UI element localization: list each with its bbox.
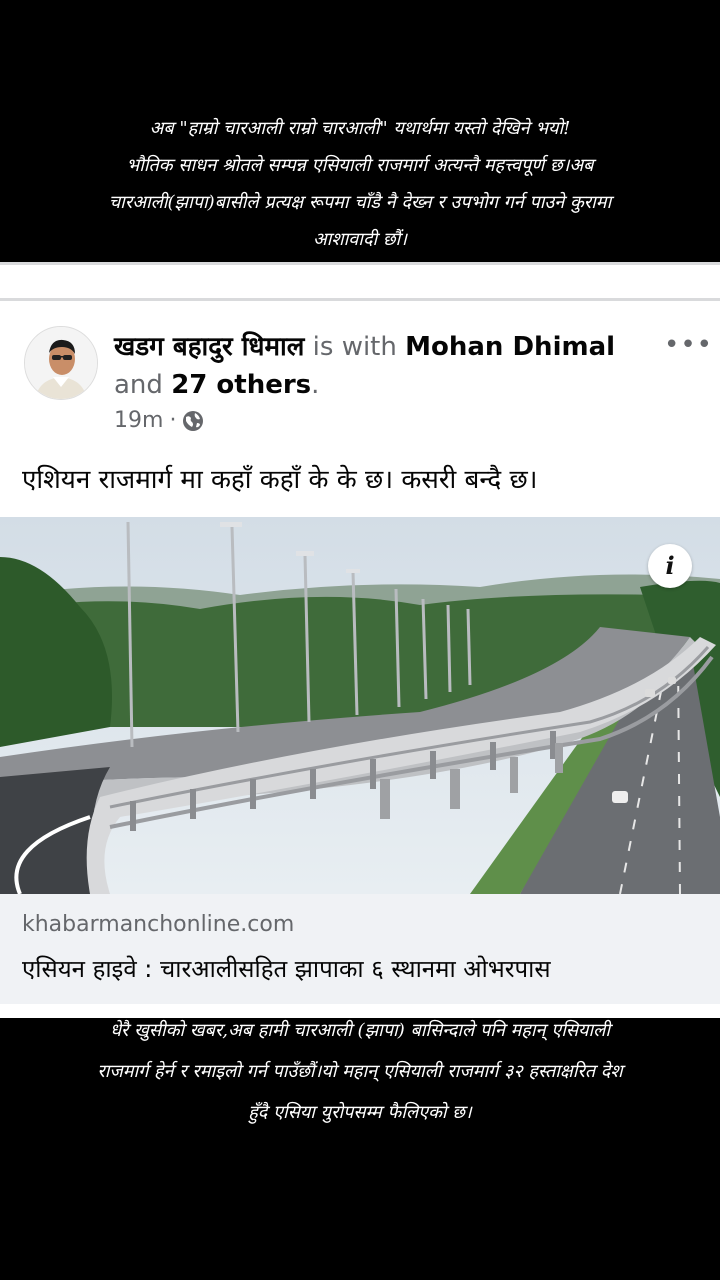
bottom-caption: धेरै खुसीको खबर,अब हामी चारआली (झापा) बा…: [0, 1010, 720, 1133]
more-options-icon[interactable]: •••: [664, 330, 713, 360]
author-name[interactable]: खडग बहादुर धिमाल: [114, 332, 304, 362]
globe-icon: [183, 410, 204, 431]
link-preview-footer[interactable]: khabarmanchonline.com एसियन हाइवे : चारआ…: [0, 894, 720, 1004]
divider: [0, 262, 720, 265]
bottom-caption-line: राजमार्ग हेर्न र रमाइलो गर्न पाउँछौं।यो …: [97, 1061, 623, 1082]
top-caption-line: चारआली(झापा)बासीले प्रत्यक्ष रूपमा चाँडै…: [108, 192, 612, 213]
top-caption-line: आशावादी छौं।: [312, 229, 407, 250]
bottom-caption-line: हुँदै एसिया युरोपसम्म फैलिएको छ।: [248, 1102, 472, 1123]
post-text: एशियन राजमार्ग मा कहाँ कहाँ के के छ। कसर…: [22, 465, 538, 495]
top-caption-line: अब "हाम्रो चारआली राम्रो चारआली" यथार्थम…: [149, 118, 571, 139]
top-caption: अब "हाम्रो चारआली राम्रो चारआली" यथार्थम…: [0, 110, 720, 258]
and-text: and: [114, 370, 163, 400]
post-time[interactable]: 19m: [114, 408, 163, 433]
link-domain: khabarmanchonline.com: [22, 912, 295, 937]
with-text: is with: [312, 332, 397, 362]
post-header: खडग बहादुर धिमाल is with Mohan Dhimal an…: [114, 328, 654, 404]
meta-dot: ·: [169, 408, 177, 433]
top-caption-line: भौतिक साधन श्रोतले सम्पन्न एसियाली राजमा…: [126, 155, 594, 176]
divider: [0, 298, 720, 301]
avatar[interactable]: [24, 326, 98, 400]
info-icon[interactable]: i: [648, 544, 692, 588]
post-card: खडग बहादुर धिमाल is with Mohan Dhimal an…: [0, 262, 720, 1018]
link-title[interactable]: एसियन हाइवे : चारआलीसहित झापाका ६ स्थानम…: [22, 952, 551, 985]
link-preview-image[interactable]: [0, 517, 720, 894]
post-meta: 19m ·: [114, 408, 204, 433]
bottom-caption-line: धेरै खुसीको खबर,अब हामी चारआली (झापा) बा…: [109, 1020, 610, 1041]
highway-photo: [0, 517, 720, 894]
period: .: [311, 370, 320, 400]
tagged-person[interactable]: Mohan Dhimal: [405, 332, 615, 362]
tagged-others[interactable]: 27 others: [171, 370, 311, 400]
avatar-photo: [25, 327, 97, 399]
